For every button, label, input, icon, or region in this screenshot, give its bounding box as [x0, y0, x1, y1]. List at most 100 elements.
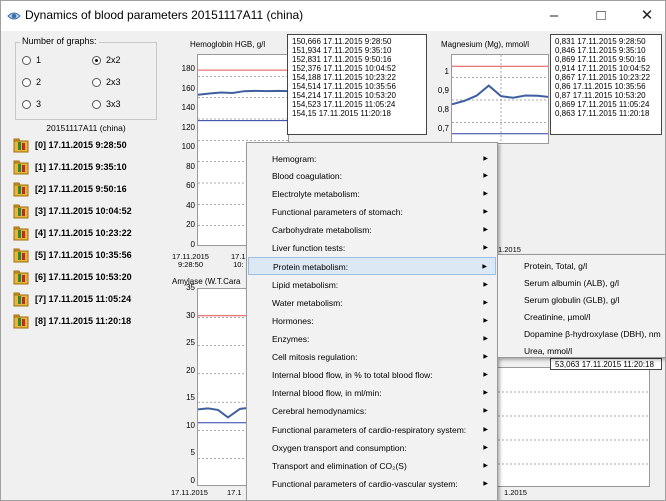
submenu-arrow-icon: ▶ [483, 245, 488, 251]
submenu-item[interactable]: Serum globulin (GLB), g/l [524, 295, 619, 305]
value-line: 0,869 17.11.2015 9:50:16 [555, 55, 646, 64]
file-label: [2] 17.11.2015 9:50:16 [35, 184, 127, 194]
file-label: [1] 17.11.2015 9:35:10 [35, 162, 127, 172]
menu-item-protein-metabolism[interactable]: Protein metabolism: ▶ [248, 257, 496, 275]
amylase-xtick-0: 17.11.2015 [171, 488, 208, 497]
maximize-button[interactable]: □ [581, 1, 621, 31]
file-label: [3] 17.11.2015 10:04:52 [35, 206, 132, 216]
value-line: 154,214 17.11.2015 10:53:20 [292, 91, 396, 100]
submenu-arrow-icon: ▶ [483, 336, 488, 342]
menu-item-hormones[interactable]: Hormones: ▶ [248, 312, 496, 330]
menu-item-label: Carbohydrate metabolism: [272, 225, 372, 235]
menu-item-label: Hemogram: [272, 154, 317, 164]
menu-item-label: Internal blood flow, in % to total blood… [272, 370, 433, 380]
file-item[interactable]: [8] 17.11.2015 11:20:18 [13, 310, 131, 332]
menu-item-label: Internal blood flow, in ml/min: [272, 388, 382, 398]
file-item[interactable]: [5] 17.11.2015 10:35:56 [13, 244, 132, 266]
submenu-arrow-icon: ▶ [483, 408, 488, 414]
y-tick-label: 100 [181, 142, 195, 151]
menu-item-transport-and-elimination-of-co-s[interactable]: Transport and elimination of CO₂(S) ▶ [248, 457, 496, 475]
submenu-item[interactable]: Dopamine β-hydroxylase (DBH), nm [524, 329, 661, 339]
file-item[interactable]: [3] 17.11.2015 10:04:52 [13, 200, 132, 222]
menu-item-enzymes[interactable]: Enzymes: ▶ [248, 330, 496, 348]
menu-item-electrolyte-metabolism[interactable]: Electrolyte metabolism: ▶ [248, 185, 496, 203]
value-line: 154,15 17.11.2015 11:20:18 [292, 109, 391, 118]
file-item[interactable]: [6] 17.11.2015 10:53:20 [13, 266, 132, 288]
fourth-xtick: 1.2015 [504, 488, 527, 497]
menu-item-label: Protein metabolism: [273, 262, 349, 272]
mg-xtick-a: 1.2015 [498, 245, 521, 254]
minimize-button[interactable]: – [534, 1, 574, 31]
submenu-arrow-icon: ▶ [483, 390, 488, 396]
file-item[interactable]: [7] 17.11.2015 11:05:24 [13, 288, 131, 310]
submenu-arrow-icon: ▶ [483, 481, 488, 487]
menu-item-oxygen-transport-and-consumption[interactable]: Oxygen transport and consumption: ▶ [248, 439, 496, 457]
folder-icon [13, 160, 29, 175]
radio-3[interactable]: 3 [22, 99, 41, 109]
value-line: 152,831 17.11.2015 9:50:16 [292, 55, 392, 64]
y-tick-label: 0,8 [437, 105, 449, 114]
menu-item-blood-coagulation[interactable]: Blood coagulation: ▶ [248, 167, 496, 185]
submenu-item[interactable]: Creatinine, µmol/l [524, 312, 590, 322]
menu-item-label: Oxygen transport and consumption: [272, 443, 407, 453]
menu-item-liver-function-tests[interactable]: Liver function tests: ▶ [248, 239, 496, 257]
y-tick-label: 80 [186, 161, 195, 171]
protein-submenu: Protein, Total, g/l Serum albumin (ALB), … [497, 254, 665, 358]
menu-item-internal-blood-flow-in-ml-min[interactable]: Internal blood flow, in ml/min: ▶ [248, 384, 496, 402]
menu-item-separator[interactable]: ------------------ [248, 493, 496, 500]
value-line: 151,934 17.11.2015 9:35:10 [292, 46, 392, 55]
folder-icon [13, 182, 29, 197]
subject-label: 20151117A11 (china) [46, 123, 126, 133]
series-line [198, 89, 288, 96]
submenu-item[interactable]: Serum albumin (ALB), g/l [524, 278, 619, 288]
submenu-arrow-icon: ▶ [483, 173, 488, 179]
magnesium-plot [451, 54, 549, 144]
submenu-arrow-icon: ▶ [483, 209, 488, 215]
submenu-arrow-icon: ▶ [483, 156, 488, 162]
hemoglobin-values-list: 150,666 17.11.2015 9:28:50 151,934 17.11.… [287, 34, 427, 135]
submenu-item[interactable]: Protein, Total, g/l [524, 261, 587, 271]
amylase-plot [197, 288, 249, 486]
submenu-arrow-icon: ▶ [483, 463, 488, 469]
folder-icon [13, 204, 29, 219]
menu-item-cerebral-hemodynamics[interactable]: Cerebral hemodynamics: ▶ [248, 402, 496, 420]
menu-item-label: Water metabolism: [272, 298, 343, 308]
menu-item-functional-parameters-of-cardio-vascular-system[interactable]: Functional parameters of cardio-vascular… [248, 475, 496, 493]
menu-item-lipid-metabolism[interactable]: Lipid metabolism: ▶ [248, 276, 496, 294]
radio-1[interactable]: 1 [22, 55, 41, 65]
submenu-arrow-icon: ▶ [483, 318, 488, 324]
radio-2x2[interactable]: 2x2 [92, 55, 121, 65]
radio-2x3[interactable]: 2x3 [92, 77, 121, 87]
file-item[interactable]: [2] 17.11.2015 9:50:16 [13, 178, 127, 200]
value-line: 0,87 17.11.2015 10:53:20 [555, 91, 646, 100]
menu-item-internal-blood-flow-in-to-total-blood-flow[interactable]: Internal blood flow, in % to total blood… [248, 366, 496, 384]
menu-item-carbohydrate-metabolism[interactable]: Carbohydrate metabolism: ▶ [248, 221, 496, 239]
app-window: Dynamics of blood parameters 20151117A11… [0, 0, 666, 501]
y-tick-label: 20 [186, 220, 195, 229]
menu-item-cell-mitosis-regulation[interactable]: Cell mitosis regulation: ▶ [248, 348, 496, 366]
file-label: [4] 17.11.2015 10:23:22 [35, 228, 132, 238]
submenu-item[interactable]: Urea, mmol/l [524, 346, 572, 356]
close-button[interactable]: ✕ [627, 1, 665, 31]
file-item[interactable]: [1] 17.11.2015 9:35:10 [13, 156, 127, 178]
menu-item-hemogram[interactable]: Hemogram: ▶ [248, 150, 496, 168]
amylase-xtick-1: 17.1 [227, 488, 242, 497]
submenu-arrow-icon: ▶ [483, 354, 488, 360]
radio-3x3[interactable]: 3x3 [92, 99, 121, 109]
value-line: 0,869 17.11.2015 11:05:24 [555, 100, 650, 109]
menu-item-label: Lipid metabolism: [272, 280, 339, 290]
file-item[interactable]: [0] 17.11.2015 9:28:50 [13, 134, 127, 156]
folder-icon [13, 226, 29, 241]
menu-item-label: Transport and elimination of CO₂(S) [272, 461, 407, 471]
value-line: 0,831 17.11.2015 9:28:50 [555, 37, 646, 46]
menu-item-functional-parameters-of-cardio-respiratory-system[interactable]: Functional parameters of cardio-respirat… [248, 421, 496, 439]
window-title: Dynamics of blood parameters 20151117A11… [25, 8, 304, 22]
menu-item-label: ------------------ [272, 497, 323, 500]
y-tick-label: 60 [186, 181, 195, 190]
menu-item-water-metabolism[interactable]: Water metabolism: ▶ [248, 294, 496, 312]
file-item[interactable]: [4] 17.11.2015 10:23:22 [13, 222, 132, 244]
menu-item-functional-parameters-of-stomach[interactable]: Functional parameters of stomach: ▶ [248, 203, 496, 221]
menu-item-label: Hormones: [272, 316, 314, 326]
radio-2[interactable]: 2 [22, 77, 41, 87]
menu-item-label: Cell mitosis regulation: [272, 352, 358, 362]
